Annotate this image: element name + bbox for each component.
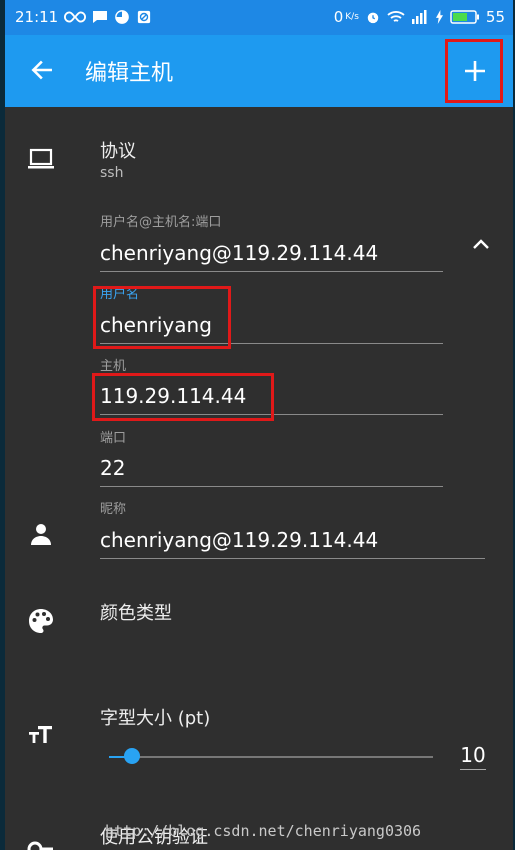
- page-title: 编辑主机: [85, 61, 174, 86]
- key-icon: [27, 841, 53, 850]
- font-size-label: 字型大小 (pt): [100, 708, 211, 729]
- pie-icon: [115, 10, 130, 24]
- net-speed: 0: [333, 8, 344, 26]
- host-hint: 主机: [100, 359, 127, 374]
- font-size-value[interactable]: 10: [460, 743, 486, 770]
- wifi-icon: [387, 11, 405, 22]
- message-icon: [93, 11, 108, 23]
- app-frame: 21:11 0 K/s 55 编辑主机 协议 ssh 用户名@主机名:端口 ch…: [5, 0, 513, 850]
- host-form: 协议 ssh 用户名@主机名:端口 chenriyang@119.29.114.…: [5, 107, 513, 850]
- charging-icon: [435, 10, 443, 24]
- font-size-slider-track[interactable]: [109, 756, 433, 758]
- person-icon: [31, 524, 51, 545]
- color-label[interactable]: 颜色类型: [100, 599, 172, 625]
- battery-icon: [450, 10, 479, 24]
- font-size-slider-thumb[interactable]: [123, 748, 140, 764]
- blocked-icon: [138, 10, 151, 24]
- nickname-input[interactable]: chenriyang@119.29.114.44: [100, 528, 485, 559]
- alarm-icon: [367, 12, 379, 24]
- status-bar: 21:11 0 K/s 55: [5, 0, 513, 35]
- protocol-label[interactable]: 协议: [100, 137, 136, 163]
- signal-4g-icon: [411, 10, 427, 24]
- net-speed-unit: K/s: [345, 12, 359, 22]
- watermark-text: http://blog.csdn.net/chenriyang0306: [105, 822, 422, 840]
- infinity-icon: [64, 11, 87, 23]
- status-right: 0 K/s 55: [334, 8, 505, 26]
- port-input[interactable]: 22: [100, 456, 443, 487]
- add-button-highlight: [445, 39, 503, 103]
- nickname-hint: 昵称: [100, 502, 127, 517]
- connection-hint: 用户名@主机名:端口: [100, 215, 222, 230]
- chevron-up-icon[interactable]: [471, 237, 491, 251]
- back-arrow-icon[interactable]: [29, 57, 55, 83]
- connection-input[interactable]: chenriyang@119.29.114.44: [100, 241, 443, 272]
- host-highlight-box: [92, 373, 274, 421]
- status-time: 21:11: [15, 8, 59, 26]
- app-bar: 编辑主机: [5, 35, 513, 107]
- text-size-icon: [29, 726, 52, 743]
- protocol-value[interactable]: ssh: [100, 165, 123, 181]
- add-icon[interactable]: [464, 60, 486, 82]
- palette-icon: [29, 609, 53, 633]
- status-left: 21:11: [15, 8, 152, 26]
- battery-level: 55: [485, 8, 505, 26]
- username-highlight-box: [93, 286, 231, 349]
- port-hint: 端口: [100, 431, 127, 446]
- laptop-icon: [28, 148, 54, 169]
